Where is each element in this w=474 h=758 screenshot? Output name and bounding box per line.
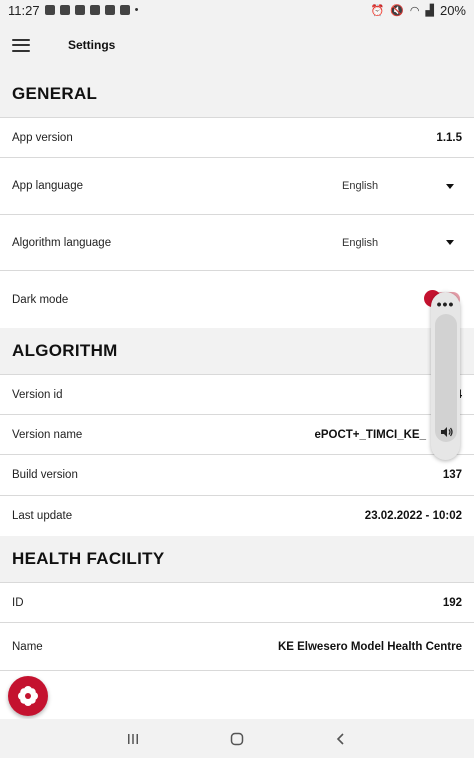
notification-icon (104, 5, 115, 15)
status-left: 11:27 • (8, 3, 138, 18)
section-header-general: GENERAL (0, 70, 474, 118)
version-name-row: Version name ePOCT+_TIMCI_KE_ (0, 415, 474, 455)
signal-icon: ▟ (425, 4, 434, 17)
facility-id-row: ID 192 (0, 583, 474, 623)
battery-level: 20% (439, 2, 466, 18)
version-id-label: Version id (12, 388, 63, 401)
speaker-icon[interactable] (440, 426, 454, 438)
app-version-label: App version (12, 131, 73, 144)
notification-icon (44, 5, 55, 15)
app-version-row: App version 1.1.5 (0, 118, 474, 158)
flower-logo-icon[interactable] (8, 676, 48, 716)
more-notifications-icon: • (134, 4, 139, 16)
mute-icon: 🔇 (390, 4, 404, 17)
section-header-health-facility: HEALTH FACILITY (0, 536, 474, 583)
last-update-row: Last update 23.02.2022 - 10:02 (0, 496, 474, 536)
facility-name-row: Name KE Elwesero Model Health Centre (0, 623, 474, 671)
algorithm-language-label: Algorithm language (12, 236, 112, 249)
dropdown-caret-icon (446, 240, 454, 245)
status-time: 11:27 (8, 2, 40, 18)
dark-mode-row: Dark mode (0, 271, 474, 328)
hamburger-menu-icon[interactable] (12, 38, 30, 52)
section-header-algorithm: ALGORITHM (0, 328, 474, 375)
last-update-label: Last update (12, 510, 73, 522)
notification-icon (89, 5, 100, 15)
notification-icon (119, 5, 130, 15)
recents-icon[interactable] (103, 727, 163, 751)
status-bar: 11:27 • ⏰ 🔇 ◠ ▟ 20% (0, 0, 474, 20)
home-icon[interactable] (207, 727, 267, 751)
facility-name-label: Name (12, 640, 43, 653)
notification-icon (74, 5, 85, 15)
build-version-row: Build version 137 (0, 455, 474, 496)
last-update-value: 23.02.2022 - 10:02 (364, 510, 462, 522)
dark-mode-label: Dark mode (12, 293, 69, 306)
flower-shape (18, 686, 38, 706)
version-id-row: Version id 4 (0, 375, 474, 415)
back-icon[interactable] (311, 727, 371, 751)
version-name-value: ePOCT+_TIMCI_KE_ (314, 428, 426, 441)
app-bar: Settings (0, 20, 474, 70)
wifi-icon: ◠ (409, 4, 420, 17)
more-dots-icon[interactable]: ••• (437, 297, 455, 311)
algorithm-language-select[interactable]: English (342, 237, 462, 249)
volume-slider[interactable] (434, 314, 457, 442)
notification-icon (59, 5, 70, 15)
app-language-value: English (342, 180, 379, 192)
alarm-icon: ⏰ (370, 4, 385, 17)
page-title: Settings (68, 38, 116, 52)
facility-id-label: ID (12, 596, 24, 609)
app-language-label: App language (12, 180, 83, 192)
system-nav-bar (0, 719, 474, 758)
facility-id-value: 192 (442, 596, 462, 609)
algorithm-language-value: English (342, 236, 379, 249)
version-name-label: Version name (12, 428, 83, 441)
build-version-label: Build version (12, 469, 78, 481)
facility-name-value: KE Elwesero Model Health Centre (277, 640, 462, 653)
dropdown-caret-icon (446, 183, 454, 189)
app-language-row: App language English (0, 158, 474, 215)
app-language-select[interactable]: English (342, 180, 462, 192)
volume-panel[interactable]: ••• (431, 292, 460, 460)
build-version-value: 137 (442, 469, 462, 481)
app-version-value: 1.1.5 (436, 131, 462, 144)
algorithm-language-row: Algorithm language English (0, 215, 474, 271)
status-right: ⏰ 🔇 ◠ ▟ 20% (370, 3, 466, 18)
